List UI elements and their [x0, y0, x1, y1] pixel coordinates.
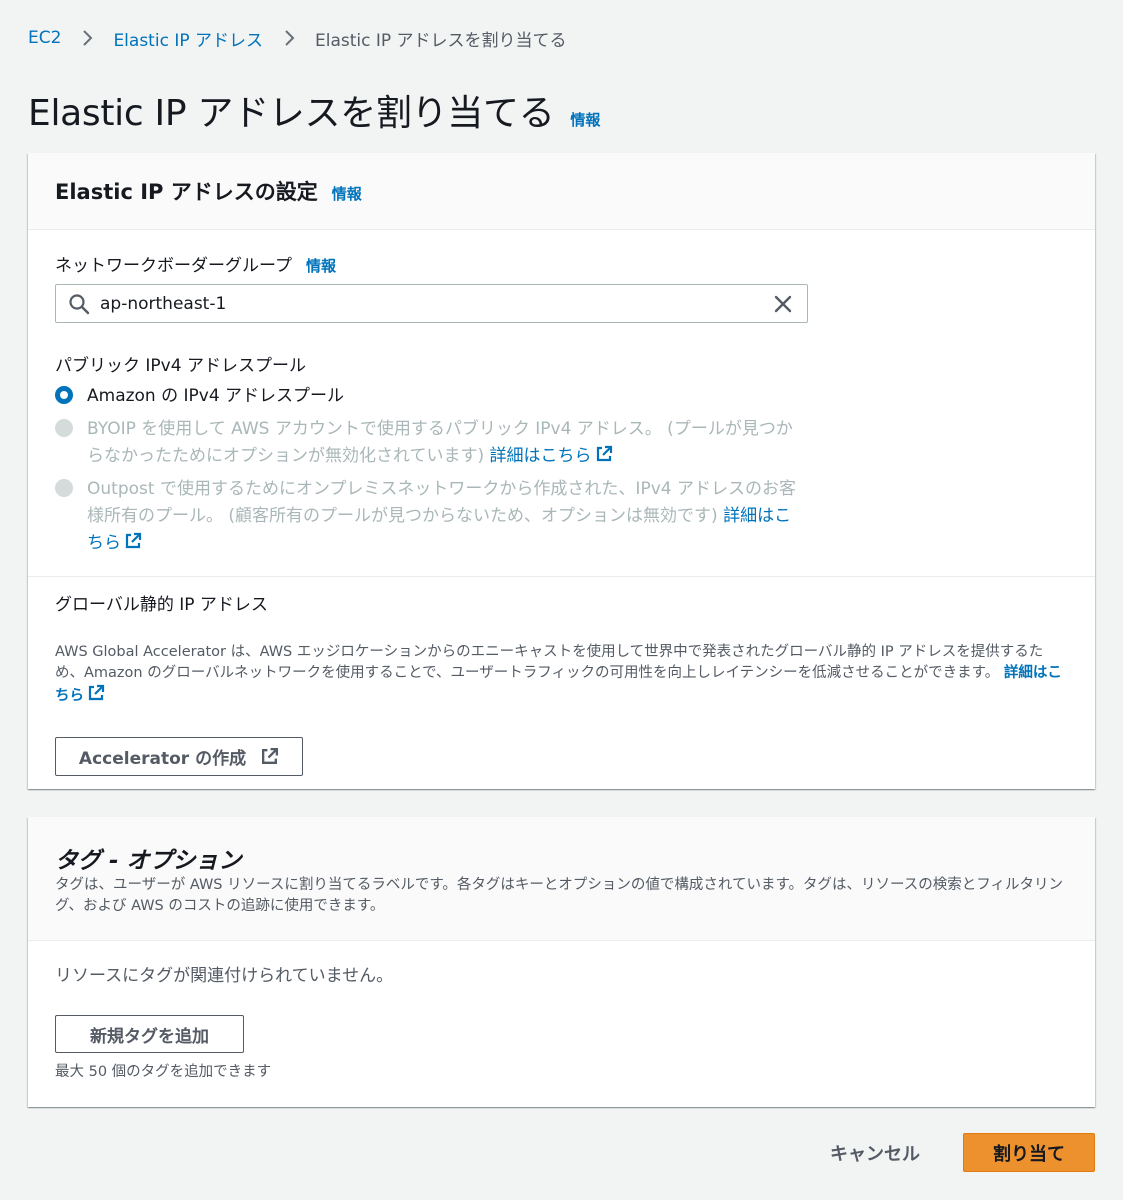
breadcrumb-elastic-ip[interactable]: Elastic IP アドレス — [113, 26, 263, 51]
page-info-link[interactable]: 情報 — [570, 109, 600, 130]
radio-byoip-pool-label: BYOIP を使用して AWS アカウントで使用するパブリック IPv4 アドレ… — [87, 416, 807, 470]
radio-outpost-pool: Outpost で使用するためにオンプレミスネットワークから作成された、IPv4… — [55, 476, 807, 557]
external-link-icon — [125, 532, 142, 549]
radio-outpost-text: Outpost で使用するためにオンプレミスネットワークから作成された、IPv4… — [87, 479, 796, 526]
no-tags-message: リソースにタグが関連付けられていません。 — [55, 966, 394, 986]
settings-panel-header: Elastic IP アドレスの設定 情報 — [28, 153, 1095, 230]
add-new-tag-button[interactable]: 新規タグを追加 — [55, 1015, 244, 1053]
close-icon[interactable] — [773, 294, 793, 314]
tags-panel-description: タグは、ユーザーが AWS リソースに割り当てるラベルです。各タグはキーとオプシ… — [55, 877, 1064, 914]
network-border-group-select[interactable] — [55, 284, 808, 323]
settings-info-link[interactable]: 情報 — [332, 183, 362, 204]
breadcrumb-current: Elastic IP アドレスを割り当てる — [314, 30, 567, 51]
section-divider — [28, 576, 1095, 577]
breadcrumb-ec2[interactable]: EC2 — [28, 28, 61, 48]
page-title: Elastic IP アドレスを割り当てる — [28, 93, 555, 134]
byoip-learn-more-text: 詳細はこちら — [489, 446, 592, 466]
byoip-learn-more-link[interactable]: 詳細はこちら — [489, 445, 613, 466]
radio-byoip-text: BYOIP を使用して AWS アカウントで使用するパブリック IPv4 アドレ… — [87, 419, 793, 466]
radio-button-disabled — [55, 419, 73, 437]
allocate-button[interactable]: 割り当て — [963, 1133, 1095, 1172]
page-header: Elastic IP アドレスを割り当てる 情報 — [28, 84, 600, 136]
cancel-button[interactable]: キャンセル — [810, 1134, 940, 1172]
tags-panel-header: タグ - オプション タグは、ユーザーが AWS リソースに割り当てるラベルです… — [28, 817, 1095, 941]
radio-outpost-pool-label: Outpost で使用するためにオンプレミスネットワークから作成された、IPv4… — [87, 476, 807, 557]
network-border-group-info-link[interactable]: 情報 — [306, 255, 336, 276]
create-accelerator-button[interactable]: Accelerator の作成 — [55, 737, 303, 776]
radio-amazon-pool[interactable]: Amazon の IPv4 アドレスプール — [55, 383, 807, 410]
chevron-right-icon — [81, 29, 93, 47]
tags-panel-title: タグ - オプション — [55, 848, 242, 874]
tags-panel: タグ - オプション タグは、ユーザーが AWS リソースに割り当てるラベルです… — [28, 817, 1095, 1107]
network-border-group-label: ネットワークボーダーグループ — [55, 256, 292, 276]
global-accelerator-description: AWS Global Accelerator は、AWS エッジロケーションから… — [55, 642, 1065, 707]
global-accelerator-description-text: AWS Global Accelerator は、AWS エッジロケーションから… — [55, 644, 1044, 681]
external-link-icon — [88, 684, 105, 701]
tag-limit-hint: 最大 50 個のタグを追加できます — [55, 1064, 272, 1080]
network-border-group-input[interactable] — [100, 293, 773, 314]
breadcrumb: EC2 Elastic IP アドレス Elastic IP アドレスを割り当て… — [28, 26, 567, 51]
radio-byoip-pool: BYOIP を使用して AWS アカウントで使用するパブリック IPv4 アドレ… — [55, 416, 807, 470]
create-accelerator-label: Accelerator の作成 — [78, 749, 247, 769]
radio-button-checked[interactable] — [55, 386, 73, 404]
chevron-right-icon — [283, 29, 295, 47]
global-static-ip-label: グローバル静的 IP アドレス — [55, 595, 268, 615]
external-link-icon — [596, 445, 612, 462]
elastic-ip-settings-panel: Elastic IP アドレスの設定 情報 ネットワークボーダーグループ 情報 … — [28, 153, 1095, 789]
external-link-icon — [262, 747, 279, 764]
radio-amazon-pool-label: Amazon の IPv4 アドレスプール — [87, 386, 345, 406]
search-icon — [69, 293, 90, 314]
public-pool-label: パブリック IPv4 アドレスプール — [55, 356, 306, 376]
network-border-group-label-row: ネットワークボーダーグループ 情報 — [55, 251, 336, 276]
radio-button-disabled — [55, 479, 73, 497]
settings-panel-title: Elastic IP アドレスの設定 — [55, 180, 318, 204]
